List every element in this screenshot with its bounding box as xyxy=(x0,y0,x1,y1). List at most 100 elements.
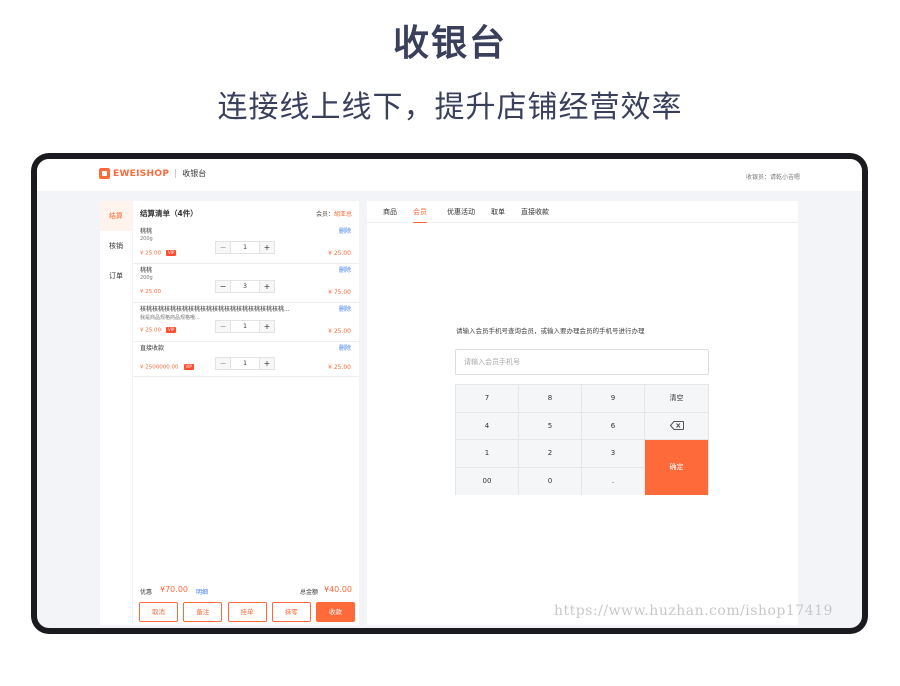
side-nav: 结算 核销 订单 xyxy=(100,201,132,625)
numeric-keypad: 7 8 9 清空 4 5 6 1 2 3 确定 00 0 . xyxy=(455,384,709,495)
item-spec: 200g xyxy=(140,236,153,242)
backspace-icon xyxy=(669,421,684,430)
key-dot[interactable]: . xyxy=(582,467,645,495)
brand-name: EWEISHOP xyxy=(113,168,170,179)
collect-payment-button[interactable]: 收款 xyxy=(316,602,355,622)
discount-label: 优惠 xyxy=(140,589,153,596)
vip-badge: VIP xyxy=(183,364,194,370)
key-9[interactable]: 9 xyxy=(582,385,645,413)
order-title: 结算清单（4件） xyxy=(140,209,198,218)
sidenav-item-orders[interactable]: 订单 xyxy=(100,261,132,291)
key-6[interactable]: 6 xyxy=(582,412,645,440)
delete-button[interactable]: 删除 xyxy=(339,343,351,352)
item-total: ¥ 25.00 xyxy=(328,250,351,257)
watermark: https://www.huzhan.com/ishop17419 xyxy=(554,603,833,619)
key-0[interactable]: 0 xyxy=(519,467,582,495)
total-label: 总金额 xyxy=(299,589,318,596)
list-item: 核桃核桃核桃核桃核桃核桃核桃核桃核桃核桃核桃核桃... 删除 我是商品规格商品规… xyxy=(133,304,359,342)
top-bar: EWEISHOP 收银台 收银员：请乾小吉嗯 xyxy=(37,159,862,191)
key-5[interactable]: 5 xyxy=(519,412,582,440)
item-name: 直接收款 xyxy=(140,345,165,352)
device-frame: EWEISHOP 收银台 收银员：请乾小吉嗯 结算 核销 订单 结算清单（4件）… xyxy=(31,153,868,634)
remark-button[interactable]: 备注 xyxy=(183,602,223,622)
item-spec: 我是商品规格商品规格哦... xyxy=(140,315,200,321)
member-label: 会员：胡亚总 xyxy=(315,211,352,218)
delete-button[interactable]: 删除 xyxy=(339,226,351,235)
order-actions: 取消 备注 挂单 抹零 收款 xyxy=(139,602,355,622)
item-price: ¥ 25.00 xyxy=(140,289,161,295)
quantity-value[interactable]: 3 xyxy=(230,281,260,292)
quantity-value[interactable]: 1 xyxy=(230,242,260,253)
minus-button[interactable]: − xyxy=(216,242,230,253)
member-name[interactable]: 胡亚总 xyxy=(334,211,352,218)
item-price: ¥ 2500000.00 VIP xyxy=(140,364,194,371)
item-name: 核桃核桃核桃核桃核桃核桃核桃核桃核桃核桃核桃核桃... xyxy=(140,306,290,313)
item-price: ¥ 25.00 VIP xyxy=(140,250,177,257)
member-panel: 商品 会员 优惠活动 取单 直接收款 请输入会员手机号查询会员，或输入要办理会员… xyxy=(367,201,798,625)
key-2[interactable]: 2 xyxy=(519,440,582,468)
hero-title: 收银台 xyxy=(392,23,507,64)
backspace-button[interactable] xyxy=(645,412,708,440)
key-1[interactable]: 1 xyxy=(456,440,519,468)
quantity-value[interactable]: 1 xyxy=(230,358,260,369)
cancel-button[interactable]: 取消 xyxy=(139,602,178,622)
key-4[interactable]: 4 xyxy=(456,412,519,440)
member-phone-input[interactable] xyxy=(455,349,709,375)
item-total: ¥ 25.00 xyxy=(328,328,351,335)
plus-button[interactable]: + xyxy=(260,358,274,369)
hold-order-button[interactable]: 挂单 xyxy=(227,602,267,622)
quantity-stepper: − 3 + xyxy=(215,280,275,293)
quantity-value[interactable]: 1 xyxy=(230,321,260,332)
minus-button[interactable]: − xyxy=(216,358,230,369)
item-price: ¥ 25.00 VIP xyxy=(140,327,177,334)
list-item: 桃桃 删除 200g ¥ 25.00 VIP − 1 + ¥ 25.00 xyxy=(133,226,359,264)
item-total: ¥ 25.00 xyxy=(328,364,351,371)
item-name: 桃桃 xyxy=(140,228,153,235)
discount-detail-link[interactable]: 明细 xyxy=(196,587,208,596)
clear-button[interactable]: 清空 xyxy=(645,385,708,413)
item-name: 桃桃 xyxy=(140,267,153,274)
quantity-stepper: − 1 + xyxy=(215,320,275,333)
minus-button[interactable]: − xyxy=(216,321,230,332)
discount-value: ¥70.00 xyxy=(160,585,188,594)
plus-button[interactable]: + xyxy=(260,281,274,292)
tab-retrieve-order[interactable]: 取单 xyxy=(491,201,505,223)
delete-button[interactable]: 删除 xyxy=(339,304,351,313)
logo[interactable]: EWEISHOP 收银台 xyxy=(99,168,206,179)
minus-button[interactable]: − xyxy=(216,281,230,292)
key-7[interactable]: 7 xyxy=(456,385,519,413)
sidenav-item-verify[interactable]: 核销 xyxy=(100,231,132,261)
order-summary: 优惠 ¥70.00 明细 总金额 ¥40.00 xyxy=(140,585,352,597)
total-value: ¥40.00 xyxy=(324,585,352,594)
plus-button[interactable]: + xyxy=(260,321,274,332)
quantity-stepper: − 1 + xyxy=(215,357,275,370)
delete-button[interactable]: 删除 xyxy=(339,265,351,274)
item-spec: 200g xyxy=(140,275,153,281)
cashier-info[interactable]: 收银员：请乾小吉嗯 xyxy=(746,172,800,181)
tab-member[interactable]: 会员 xyxy=(413,201,427,223)
round-off-button[interactable]: 抹零 xyxy=(271,602,311,622)
key-3[interactable]: 3 xyxy=(582,440,645,468)
item-total: ¥ 75.00 xyxy=(328,289,351,296)
tab-direct-payment[interactable]: 直接收款 xyxy=(521,201,549,223)
key-00[interactable]: 00 xyxy=(456,467,519,495)
tab-promotions[interactable]: 优惠活动 xyxy=(447,201,475,223)
list-item: 直接收款 删除 ¥ 2500000.00 VIP − 1 + ¥ 25.00 xyxy=(133,343,359,377)
plus-button[interactable]: + xyxy=(260,242,274,253)
confirm-button[interactable]: 确定 xyxy=(645,440,708,495)
brand-logo-icon xyxy=(99,168,110,179)
vip-badge: VIP xyxy=(166,327,177,333)
vip-badge: VIP xyxy=(166,250,177,256)
tab-products[interactable]: 商品 xyxy=(383,201,397,223)
member-hint: 请输入会员手机号查询会员，或输入要办理会员的手机号进行办理 xyxy=(456,327,645,335)
app-name: 收银台 xyxy=(182,169,207,178)
tab-bar: 商品 会员 优惠活动 取单 直接收款 xyxy=(367,201,798,223)
key-8[interactable]: 8 xyxy=(519,385,582,413)
quantity-stepper: − 1 + xyxy=(215,241,275,254)
hero-subtitle: 连接线上线下，提升店铺经营效率 xyxy=(217,90,683,125)
sidenav-item-checkout[interactable]: 结算 xyxy=(100,201,132,231)
screen: EWEISHOP 收银台 收银员：请乾小吉嗯 结算 核销 订单 结算清单（4件）… xyxy=(37,159,862,628)
order-panel: 结算清单（4件） 会员：胡亚总 桃桃 删除 200g ¥ 25.00 VIP − … xyxy=(133,201,359,625)
list-item: 桃桃 删除 200g ¥ 25.00 − 3 + ¥ 75.00 xyxy=(133,265,359,303)
divider xyxy=(175,169,177,178)
